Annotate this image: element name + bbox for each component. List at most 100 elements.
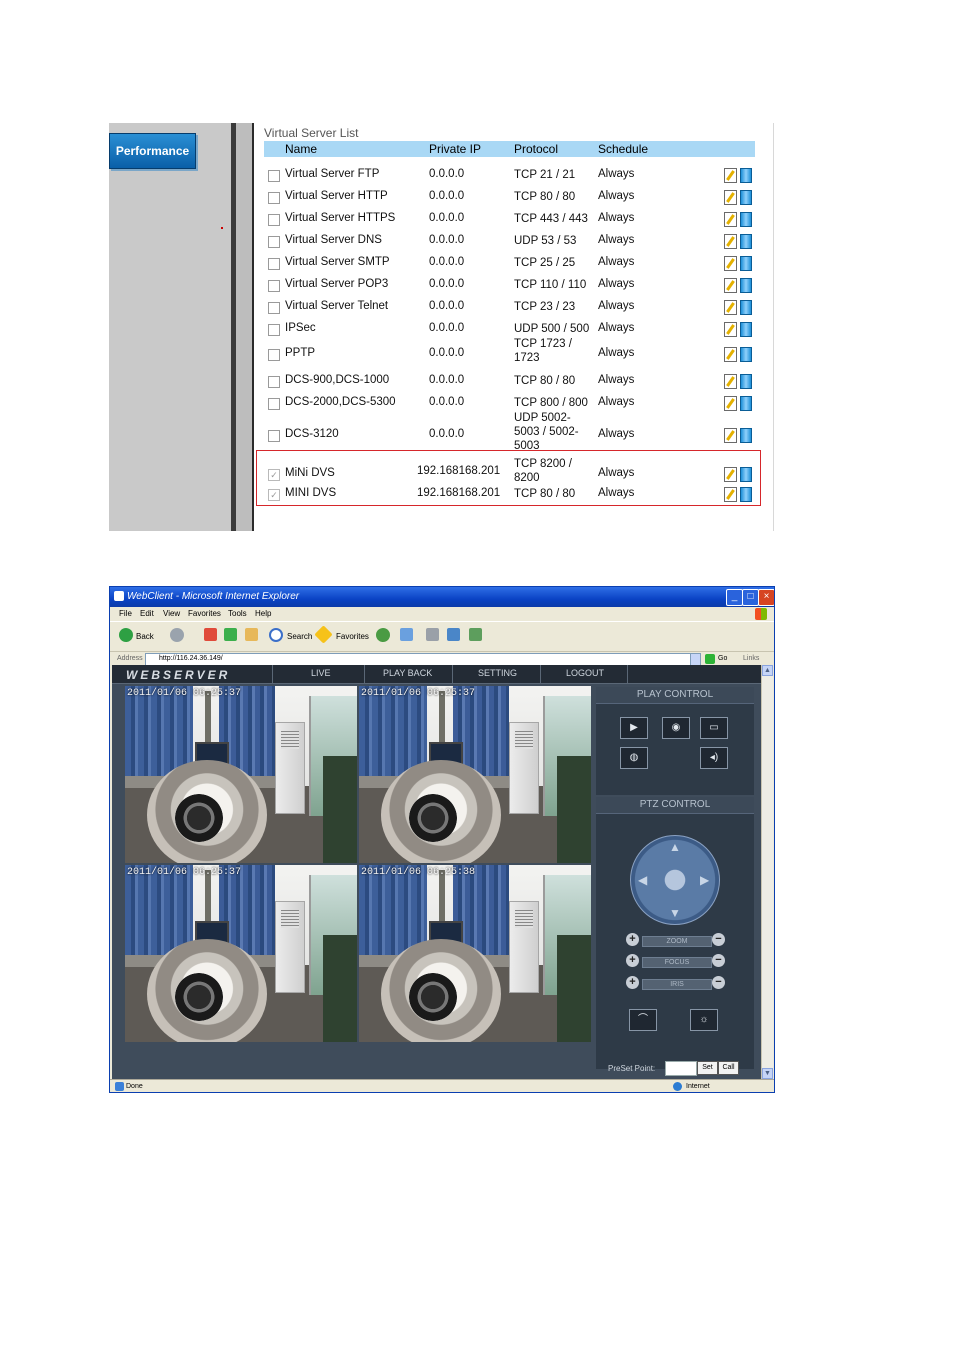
wiper-icon[interactable]: ⌒ (629, 1009, 657, 1031)
camera-view-4[interactable]: 2011/01/06 06:25:38 (359, 865, 591, 1042)
trash-icon[interactable] (740, 428, 752, 443)
trash-icon[interactable] (740, 374, 752, 389)
menu-view[interactable]: View (163, 609, 180, 618)
edit-icon[interactable] (724, 278, 737, 293)
links-button[interactable]: Links (743, 655, 759, 662)
refresh-icon[interactable] (224, 628, 237, 641)
scroll-down-icon[interactable]: ▼ (762, 1068, 773, 1079)
record-icon[interactable]: ▭ (700, 717, 728, 739)
edit-icon[interactable] (724, 428, 737, 443)
maximize-icon[interactable]: □ (742, 589, 759, 606)
camera-view-3[interactable]: 2011/01/06 06:25:37 (125, 865, 357, 1042)
trash-icon[interactable] (740, 300, 752, 315)
stop-icon[interactable] (204, 628, 217, 641)
history-icon[interactable] (376, 628, 390, 642)
performance-button[interactable]: Performance (109, 133, 196, 169)
edit-icon[interactable] (724, 168, 737, 183)
edit-icon[interactable] (724, 322, 737, 337)
ptz-up-arrow-icon[interactable]: ▲ (669, 841, 681, 853)
iris-plus-icon[interactable]: + (626, 976, 639, 989)
row-checkbox[interactable] (268, 430, 280, 442)
search-label[interactable]: Search (287, 632, 312, 641)
light-bulb-icon[interactable]: ☼ (690, 1009, 718, 1031)
edit-icon[interactable] (724, 212, 737, 227)
speaker-icon[interactable]: ◂) (700, 747, 728, 769)
preset-set-button[interactable]: Set (697, 1061, 718, 1075)
row-checkbox[interactable] (268, 280, 280, 292)
edit-icon[interactable] (724, 300, 737, 315)
row-checkbox[interactable] (268, 376, 280, 388)
nav-setting[interactable]: SETTING (478, 668, 517, 678)
preset-call-button[interactable]: Call (718, 1061, 739, 1075)
menu-help[interactable]: Help (255, 609, 271, 618)
row-checkbox[interactable] (268, 192, 280, 204)
mail-icon[interactable] (400, 628, 413, 641)
back-label[interactable]: Back (136, 632, 154, 641)
focus-plus-icon[interactable]: + (626, 954, 639, 967)
ptz-control-title: PTZ CONTROL (596, 797, 754, 814)
ptz-left-arrow-icon[interactable]: ◀ (638, 874, 647, 886)
row-checkbox[interactable] (268, 214, 280, 226)
close-icon[interactable]: × (758, 589, 774, 606)
nav-live[interactable]: LIVE (311, 668, 331, 678)
minimize-icon[interactable]: _ (726, 589, 743, 606)
row-checkbox[interactable] (268, 258, 280, 270)
trash-icon[interactable] (740, 168, 752, 183)
back-icon[interactable] (119, 628, 133, 642)
trash-icon[interactable] (740, 322, 752, 337)
forward-icon[interactable] (170, 628, 184, 642)
favorites-label[interactable]: Favorites (336, 632, 369, 641)
favorites-star-icon[interactable] (314, 625, 333, 644)
search-icon[interactable] (269, 628, 283, 642)
trash-icon[interactable] (740, 190, 752, 205)
menu-edit[interactable]: Edit (140, 609, 154, 618)
edit-icon[interactable] (724, 256, 737, 271)
scroll-up-icon[interactable]: ▲ (762, 665, 773, 676)
microphone-icon[interactable]: ◍ (620, 747, 648, 769)
zoom-plus-icon[interactable]: + (626, 933, 639, 946)
trash-icon[interactable] (740, 347, 752, 362)
home-icon[interactable] (245, 628, 258, 641)
edit-icon[interactable] (724, 347, 737, 362)
row-checkbox[interactable] (268, 349, 280, 361)
trash-icon[interactable] (740, 396, 752, 411)
preset-input[interactable] (665, 1061, 697, 1076)
row-private-ip: 0.0.0.0 (429, 234, 465, 246)
ptz-right-arrow-icon[interactable]: ▶ (700, 874, 709, 886)
focus-minus-icon[interactable]: − (712, 954, 725, 967)
row-checkbox[interactable] (268, 398, 280, 410)
menu-tools[interactable]: Tools (228, 609, 247, 618)
play-icon[interactable]: ▶ (620, 717, 648, 739)
menu-favorites[interactable]: Favorites (188, 609, 221, 618)
vertical-scrollbar[interactable]: ▲ ▼ (761, 665, 773, 1079)
edit-icon[interactable] (724, 396, 737, 411)
edit-icon[interactable] (724, 374, 737, 389)
camera-view-2[interactable]: 2011/01/06 06:25:37 (359, 686, 591, 863)
edit-page-icon[interactable] (447, 628, 460, 641)
camera-lens (175, 973, 223, 1021)
trash-icon[interactable] (740, 278, 752, 293)
row-checkbox[interactable] (268, 170, 280, 182)
print-icon[interactable] (426, 628, 439, 641)
row-name: Virtual Server FTP (285, 168, 380, 180)
address-value[interactable]: http://116.24.36.149/ (159, 655, 223, 662)
trash-icon[interactable] (740, 256, 752, 271)
trash-icon[interactable] (740, 234, 752, 249)
messenger-icon[interactable] (469, 628, 482, 641)
nav-logout[interactable]: LOGOUT (566, 668, 604, 678)
go-button[interactable]: Go (718, 655, 727, 662)
edit-icon[interactable] (724, 190, 737, 205)
row-checkbox[interactable] (268, 324, 280, 336)
zoom-minus-icon[interactable]: − (712, 933, 725, 946)
go-arrow-icon[interactable] (705, 654, 715, 664)
trash-icon[interactable] (740, 212, 752, 227)
menu-file[interactable]: File (119, 609, 132, 618)
nav-playback[interactable]: PLAY BACK (383, 668, 432, 678)
camera-view-1[interactable]: 2011/01/06 06:25:37 (125, 686, 357, 863)
snapshot-camera-icon[interactable]: ◉ (662, 717, 690, 739)
row-checkbox[interactable] (268, 302, 280, 314)
ptz-down-arrow-icon[interactable]: ▼ (669, 907, 681, 919)
edit-icon[interactable] (724, 234, 737, 249)
iris-minus-icon[interactable]: − (712, 976, 725, 989)
row-checkbox[interactable] (268, 236, 280, 248)
